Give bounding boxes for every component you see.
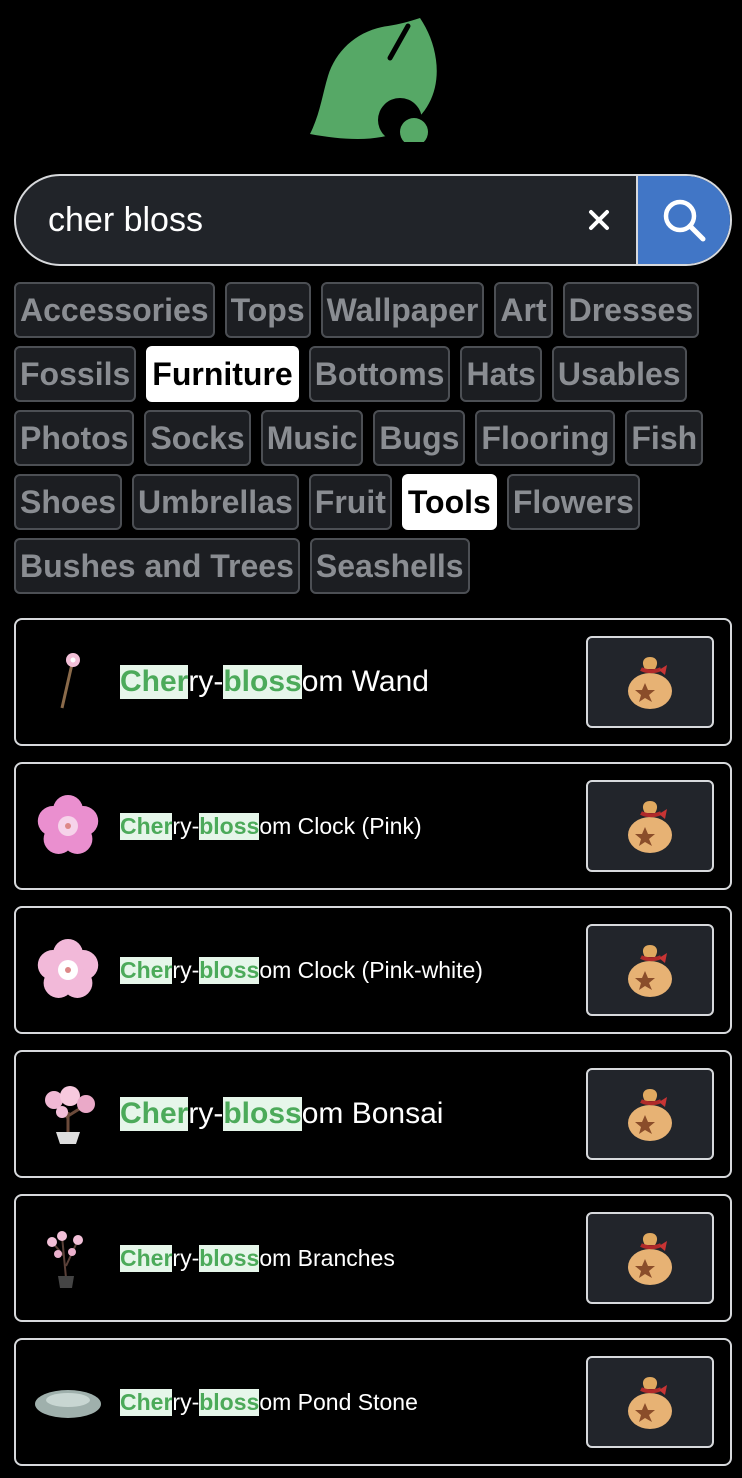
item-name-part: ry-: [172, 812, 200, 839]
category-chip-flooring[interactable]: Flooring: [475, 410, 616, 466]
category-chip-shoes[interactable]: Shoes: [14, 474, 123, 530]
item-thumbnail: [32, 938, 104, 1002]
category-chip-dresses[interactable]: Dresses: [562, 282, 700, 338]
item-name: Cher ry-bloss om Clock (Pink): [120, 764, 422, 888]
sell-price-button[interactable]: [586, 1212, 714, 1304]
close-icon: [589, 210, 609, 230]
category-chip-furniture[interactable]: Furniture: [146, 346, 299, 402]
category-row: Shoes Umbrellas Fruit Tools Flowers: [14, 474, 732, 530]
item-thumbnail: [32, 1082, 104, 1146]
result-card[interactable]: Cher ry-bloss om Clock (Pink-white): [14, 906, 732, 1034]
category-chip-music[interactable]: Music: [260, 410, 364, 466]
item-name-part: om Clock (Pink): [259, 812, 422, 839]
money-bag-icon: [628, 945, 672, 997]
category-chip-wallpaper[interactable]: Wallpaper: [320, 282, 485, 338]
category-chip-accessories[interactable]: Accessories: [14, 282, 215, 338]
match-highlight: bloss: [199, 1388, 260, 1416]
item-name-part: om Wand: [301, 665, 429, 698]
item-name-part: om Bonsai: [301, 1097, 444, 1130]
search-icon: [663, 199, 706, 242]
category-row: Fossils Furniture Bottoms Hats Usables: [14, 346, 732, 402]
category-row: Bushes and Trees Seashells: [14, 538, 732, 594]
category-chip-hats[interactable]: Hats: [460, 346, 542, 402]
match-highlight: Cher: [120, 1097, 189, 1131]
match-highlight: bloss: [223, 1097, 302, 1131]
item-thumbnail: [32, 794, 104, 858]
category-chip-flowers[interactable]: Flowers: [506, 474, 640, 530]
match-highlight: bloss: [199, 1244, 260, 1272]
category-chip-bushes-and-trees[interactable]: Bushes and Trees: [14, 538, 300, 594]
category-chip-fruit[interactable]: Fruit: [308, 474, 392, 530]
category-chip-umbrellas[interactable]: Umbrellas: [132, 474, 299, 530]
sell-price-button[interactable]: [586, 924, 714, 1016]
category-chip-art[interactable]: Art: [494, 282, 553, 338]
match-highlight: Cher: [120, 1388, 173, 1416]
item-name-part: ry-: [188, 665, 224, 698]
money-bag-icon: [628, 1089, 672, 1141]
item-name-part: om Branches: [259, 1244, 395, 1271]
money-bag-icon: [628, 801, 672, 853]
category-chip-fossils[interactable]: Fossils: [14, 346, 137, 402]
category-chip-usables[interactable]: Usables: [551, 346, 687, 402]
item-name: Cher ry-bloss om Wand: [120, 620, 429, 744]
sell-price-button[interactable]: [586, 1068, 714, 1160]
money-bag-icon: [628, 1233, 672, 1285]
item-name: Cher ry-bloss om Branches: [120, 1196, 395, 1320]
leaf-logo-icon: [310, 18, 437, 142]
result-card[interactable]: Cher ry-bloss om Wand: [14, 618, 732, 746]
category-chip-socks[interactable]: Socks: [144, 410, 251, 466]
match-highlight: bloss: [223, 665, 302, 699]
result-card[interactable]: Cher ry-bloss om Pond Stone: [14, 1338, 732, 1466]
item-name-part: ry-: [172, 956, 200, 983]
match-highlight: Cher: [120, 812, 173, 840]
item-name: Cher ry-bloss om Pond Stone: [120, 1340, 418, 1464]
item-name: Cher ry-bloss om Bonsai: [120, 1052, 443, 1176]
sell-price-button[interactable]: [586, 1356, 714, 1448]
item-thumbnail: [32, 650, 104, 714]
category-row: Photos Socks Music Bugs Flooring Fish: [14, 410, 732, 466]
item-name-part: ry-: [172, 1244, 200, 1271]
item-name: Cher ry-bloss om Clock (Pink-white): [120, 908, 483, 1032]
result-card[interactable]: Cher ry-bloss om Bonsai: [14, 1050, 732, 1178]
sell-price-button[interactable]: [586, 780, 714, 872]
sell-price-button[interactable]: [586, 636, 714, 728]
item-name-part: ry-: [172, 1388, 200, 1415]
category-chip-tools[interactable]: Tools: [401, 474, 497, 530]
money-bag-icon: [628, 657, 672, 709]
clear-search-button[interactable]: [574, 195, 624, 245]
money-bag-icon: [628, 1377, 672, 1429]
category-chip-tops[interactable]: Tops: [224, 282, 311, 338]
result-card[interactable]: Cher ry-bloss om Clock (Pink): [14, 762, 732, 890]
category-row: Accessories Tops Wallpaper Art Dresses: [14, 282, 732, 338]
match-highlight: Cher: [120, 665, 189, 699]
item-thumbnail: [32, 1370, 104, 1434]
item-thumbnail: [32, 1226, 104, 1290]
item-name-part: ry-: [188, 1097, 224, 1130]
match-highlight: bloss: [199, 956, 260, 984]
category-chip-photos[interactable]: Photos: [14, 410, 135, 466]
result-card[interactable]: Cher ry-bloss om Branches: [14, 1194, 732, 1322]
category-filter-list: Accessories Tops Wallpaper Art Dresses Fossil…: [14, 282, 732, 602]
category-chip-bottoms[interactable]: Bottoms: [308, 346, 451, 402]
category-chip-seashells[interactable]: Seashells: [309, 538, 470, 594]
search-results-list: Cher ry-bloss om Wand Cher ry-bloss om Clock…: [14, 618, 732, 1478]
category-chip-fish[interactable]: Fish: [625, 410, 704, 466]
search-button[interactable]: [636, 176, 730, 264]
category-chip-bugs[interactable]: Bugs: [373, 410, 466, 466]
match-highlight: Cher: [120, 956, 173, 984]
match-highlight: bloss: [199, 812, 260, 840]
match-highlight: Cher: [120, 1244, 173, 1272]
item-name-part: om Clock (Pink-white): [259, 956, 483, 983]
search-bar: [14, 174, 732, 266]
search-input[interactable]: [36, 176, 576, 264]
item-name-part: om Pond Stone: [259, 1388, 418, 1415]
